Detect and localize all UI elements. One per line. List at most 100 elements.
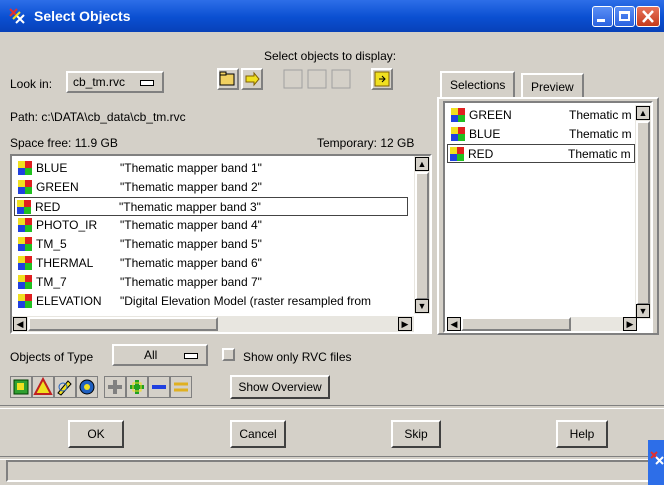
remove-all-icon — [174, 382, 188, 392]
list-item[interactable]: GREEN "Thematic mapper band 2" — [16, 178, 410, 197]
add-layer-button[interactable] — [32, 376, 54, 398]
objects-horizontal-scrollbar[interactable]: ◀ ▶ — [12, 316, 414, 332]
sel-scroll-thumb[interactable] — [636, 121, 650, 305]
show-overview-button[interactable]: Show Overview — [230, 375, 330, 399]
remove-button[interactable] — [148, 376, 170, 398]
selection-name: GREEN — [469, 108, 512, 122]
window-title: Select Objects — [34, 8, 131, 24]
add-single-button[interactable] — [104, 376, 126, 398]
sel-scroll-left-icon[interactable]: ◀ — [447, 317, 461, 331]
pencil-icon — [57, 380, 72, 396]
objects-of-type-dropdown[interactable]: All — [112, 344, 208, 366]
raster-object-icon — [451, 108, 465, 122]
sel-scroll-up-icon[interactable]: ▲ — [636, 106, 650, 120]
raster-object-icon — [18, 180, 32, 194]
object-description: "Thematic mapper band 4" — [120, 218, 262, 232]
plus-icon — [130, 380, 144, 394]
separator — [0, 405, 664, 409]
app-icon — [9, 8, 25, 24]
tab-preview[interactable]: Preview — [521, 73, 584, 97]
add-arrow-icon — [374, 71, 390, 87]
selections-panel: GREEN Thematic m BLUE Thematic m RED Thematic… — [437, 97, 659, 335]
objects-of-type-value: All — [144, 348, 158, 362]
selection-name: RED — [468, 147, 494, 161]
add-selection-button[interactable] — [371, 68, 393, 90]
new-folder-button — [306, 68, 328, 90]
folder-icon — [219, 71, 235, 86]
list-item[interactable]: ELEVATION "Digital Elevation Model (raste… — [16, 292, 410, 311]
sel-scroll-right-icon[interactable]: ▶ — [623, 317, 637, 331]
selection-item[interactable]: RED Thematic m — [447, 144, 635, 163]
new-file-button — [282, 68, 304, 90]
selection-item[interactable]: GREEN Thematic m — [449, 106, 635, 125]
folder-up-button[interactable] — [241, 68, 263, 90]
list-item[interactable]: BLUE "Thematic mapper band 1" — [16, 159, 410, 178]
remove-all-button[interactable] — [170, 376, 192, 398]
list-item[interactable]: PHOTO_IR "Thematic mapper band 4" — [16, 216, 410, 235]
object-description: "Thematic mapper band 1" — [120, 161, 262, 175]
scroll-up-icon[interactable]: ▲ — [415, 157, 429, 171]
open-folder-button[interactable] — [217, 68, 239, 90]
list-item[interactable]: TM_5 "Thematic mapper band 5" — [16, 235, 410, 254]
object-description: "Digital Elevation Model (raster resampl… — [120, 294, 372, 308]
object-description: "Thematic mapper band 5" — [120, 237, 262, 251]
query-button[interactable] — [76, 376, 98, 398]
close-button[interactable] — [636, 6, 660, 27]
selections-vertical-scrollbar[interactable]: ▲ ▼ — [635, 105, 651, 319]
selection-description: Thematic m — [569, 127, 632, 141]
skip-button[interactable]: Skip — [391, 420, 441, 448]
path-text: Path: c:\DATA\cb_data\cb_tm.rvc — [10, 110, 186, 124]
sel-scroll-down-icon[interactable]: ▼ — [636, 304, 650, 318]
h-scroll-thumb[interactable] — [28, 317, 218, 331]
help-button[interactable]: Help — [556, 420, 608, 448]
new-file-icon — [283, 69, 303, 89]
close-icon — [642, 10, 654, 23]
plus-gray-icon — [108, 380, 122, 394]
layer-icon — [33, 376, 53, 395]
selection-item[interactable]: BLUE Thematic m — [449, 125, 635, 144]
maximize-button[interactable] — [614, 6, 635, 27]
list-item[interactable]: TM_7 "Thematic mapper band 7" — [16, 273, 410, 292]
object-name: RED — [35, 200, 61, 214]
add-group-icon — [13, 379, 29, 395]
space-free-text: Space free: 11.9 GB — [10, 136, 118, 150]
scroll-thumb[interactable] — [415, 172, 429, 300]
look-in-value: cb_tm.rvc — [73, 75, 126, 89]
list-item[interactable]: THERMAL "Thematic mapper band 6" — [16, 254, 410, 273]
objects-vertical-scrollbar[interactable]: ▲ ▼ — [414, 156, 430, 314]
show-only-rvc-checkbox[interactable] — [222, 348, 235, 361]
tab-selections[interactable]: Selections — [440, 71, 516, 97]
raster-object-icon — [18, 294, 32, 308]
raster-object-icon — [451, 127, 465, 141]
raster-object-icon — [18, 237, 32, 251]
add-multiple-button[interactable] — [126, 376, 148, 398]
objects-list: BLUE "Thematic mapper band 1" GREEN "Themat… — [10, 154, 432, 334]
ok-button[interactable]: OK — [68, 420, 124, 448]
look-in-dropdown[interactable]: cb_tm.rvc — [66, 71, 164, 93]
app-icon — [650, 451, 664, 465]
selection-description: Thematic m — [568, 147, 631, 161]
object-name: GREEN — [36, 180, 79, 194]
add-group-button[interactable] — [10, 376, 32, 398]
delete-file-icon — [331, 69, 351, 89]
object-description: "Thematic mapper band 3" — [119, 200, 261, 214]
selection-description: Thematic m — [569, 108, 632, 122]
object-name: ELEVATION — [36, 294, 102, 308]
list-item[interactable]: RED "Thematic mapper band 3" — [14, 197, 408, 216]
background-window-fragment — [648, 440, 664, 485]
selections-horizontal-scrollbar[interactable]: ◀ ▶ — [447, 317, 637, 331]
cancel-button[interactable]: Cancel — [230, 420, 286, 448]
scroll-right-icon[interactable]: ▶ — [398, 317, 412, 331]
arrow-right-folder-icon — [245, 71, 260, 87]
edit-button[interactable] — [54, 376, 76, 398]
scroll-left-icon[interactable]: ◀ — [13, 317, 27, 331]
minimize-icon — [597, 19, 605, 22]
title-bar[interactable]: Select Objects — [0, 0, 664, 32]
scroll-down-icon[interactable]: ▼ — [415, 299, 429, 313]
select-objects-window: Select Objects Select objects to display… — [0, 0, 664, 485]
minimize-button[interactable] — [592, 6, 613, 27]
selection-name: BLUE — [469, 127, 501, 141]
select-prompt: Select objects to display: — [264, 49, 397, 63]
maximize-icon — [619, 11, 630, 21]
sel-h-scroll-thumb[interactable] — [461, 317, 571, 331]
